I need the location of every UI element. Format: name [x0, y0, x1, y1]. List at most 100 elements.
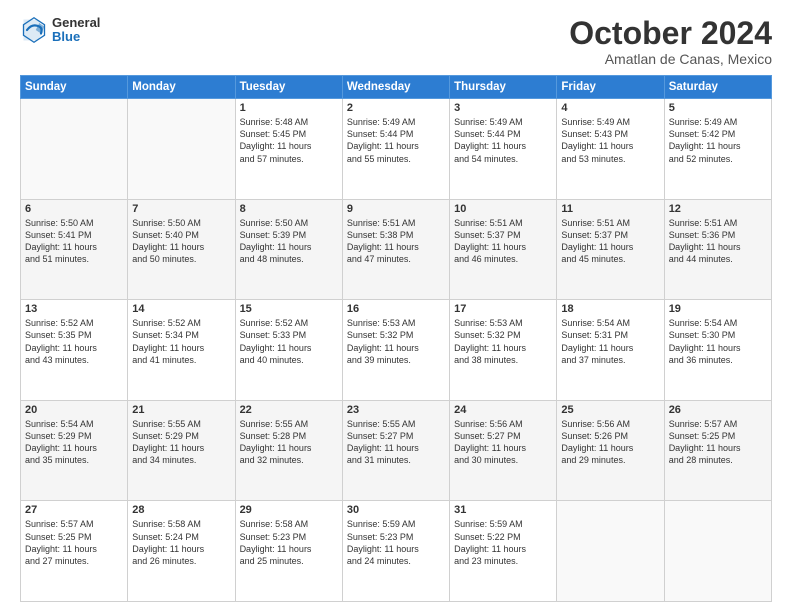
- calendar-week-2: 6Sunrise: 5:50 AMSunset: 5:41 PMDaylight…: [21, 199, 772, 300]
- calendar-cell: 8Sunrise: 5:50 AMSunset: 5:39 PMDaylight…: [235, 199, 342, 300]
- calendar-week-3: 13Sunrise: 5:52 AMSunset: 5:35 PMDayligh…: [21, 300, 772, 401]
- cell-info-line: Daylight: 11 hours: [347, 342, 445, 354]
- cell-info-line: Daylight: 11 hours: [347, 442, 445, 454]
- day-number: 16: [347, 303, 445, 315]
- calendar-cell: 10Sunrise: 5:51 AMSunset: 5:37 PMDayligh…: [450, 199, 557, 300]
- day-number: 31: [454, 504, 552, 516]
- cell-info-line: Daylight: 11 hours: [561, 140, 659, 152]
- cell-info-line: Sunset: 5:37 PM: [561, 229, 659, 241]
- cell-info-line: Sunrise: 5:50 AM: [132, 217, 230, 229]
- cell-info-line: Sunrise: 5:51 AM: [454, 217, 552, 229]
- cell-info-line: Sunset: 5:40 PM: [132, 229, 230, 241]
- cell-info-line: and 28 minutes.: [669, 454, 767, 466]
- header: General Blue October 2024 Amatlan de Can…: [20, 16, 772, 67]
- cell-info-line: Sunset: 5:41 PM: [25, 229, 123, 241]
- cell-info-line: Sunset: 5:27 PM: [454, 430, 552, 442]
- calendar-cell: [128, 99, 235, 200]
- cell-info-line: Sunset: 5:39 PM: [240, 229, 338, 241]
- cell-info-line: and 23 minutes.: [454, 555, 552, 567]
- header-wednesday: Wednesday: [342, 76, 449, 99]
- cell-info-line: Daylight: 11 hours: [347, 241, 445, 253]
- cell-info-line: Sunset: 5:25 PM: [669, 430, 767, 442]
- calendar-cell: 30Sunrise: 5:59 AMSunset: 5:23 PMDayligh…: [342, 501, 449, 602]
- cell-info-line: Sunrise: 5:52 AM: [25, 317, 123, 329]
- cell-info-line: Sunrise: 5:59 AM: [454, 518, 552, 530]
- cell-info-line: Sunrise: 5:55 AM: [347, 418, 445, 430]
- cell-info-line: Sunset: 5:42 PM: [669, 128, 767, 140]
- day-number: 14: [132, 303, 230, 315]
- calendar-cell: 31Sunrise: 5:59 AMSunset: 5:22 PMDayligh…: [450, 501, 557, 602]
- calendar-cell: 25Sunrise: 5:56 AMSunset: 5:26 PMDayligh…: [557, 400, 664, 501]
- cell-info-line: Daylight: 11 hours: [240, 543, 338, 555]
- cell-info-line: Sunset: 5:25 PM: [25, 531, 123, 543]
- logo-blue-text: Blue: [52, 30, 100, 44]
- cell-info-line: Sunset: 5:26 PM: [561, 430, 659, 442]
- cell-info-line: Daylight: 11 hours: [561, 342, 659, 354]
- cell-info-line: and 47 minutes.: [347, 253, 445, 265]
- calendar-header: Sunday Monday Tuesday Wednesday Thursday…: [21, 76, 772, 99]
- calendar-cell: 22Sunrise: 5:55 AMSunset: 5:28 PMDayligh…: [235, 400, 342, 501]
- day-number: 10: [454, 203, 552, 215]
- cell-info-line: Sunset: 5:43 PM: [561, 128, 659, 140]
- title-block: October 2024 Amatlan de Canas, Mexico: [569, 16, 772, 67]
- cell-info-line: Daylight: 11 hours: [347, 140, 445, 152]
- cell-info-line: Daylight: 11 hours: [240, 342, 338, 354]
- calendar-cell: 18Sunrise: 5:54 AMSunset: 5:31 PMDayligh…: [557, 300, 664, 401]
- day-number: 30: [347, 504, 445, 516]
- header-row: Sunday Monday Tuesday Wednesday Thursday…: [21, 76, 772, 99]
- day-number: 24: [454, 404, 552, 416]
- cell-info-line: Sunrise: 5:53 AM: [347, 317, 445, 329]
- cell-info-line: Daylight: 11 hours: [240, 442, 338, 454]
- cell-info-line: Daylight: 11 hours: [561, 442, 659, 454]
- cell-info-line: Daylight: 11 hours: [561, 241, 659, 253]
- calendar-cell: 17Sunrise: 5:53 AMSunset: 5:32 PMDayligh…: [450, 300, 557, 401]
- calendar-cell: 12Sunrise: 5:51 AMSunset: 5:36 PMDayligh…: [664, 199, 771, 300]
- cell-info-line: Sunset: 5:23 PM: [347, 531, 445, 543]
- day-number: 12: [669, 203, 767, 215]
- calendar-cell: 3Sunrise: 5:49 AMSunset: 5:44 PMDaylight…: [450, 99, 557, 200]
- cell-info-line: Sunrise: 5:55 AM: [132, 418, 230, 430]
- cell-info-line: and 43 minutes.: [25, 354, 123, 366]
- day-number: 23: [347, 404, 445, 416]
- calendar-cell: 7Sunrise: 5:50 AMSunset: 5:40 PMDaylight…: [128, 199, 235, 300]
- cell-info-line: and 55 minutes.: [347, 153, 445, 165]
- calendar-week-4: 20Sunrise: 5:54 AMSunset: 5:29 PMDayligh…: [21, 400, 772, 501]
- calendar-cell: 27Sunrise: 5:57 AMSunset: 5:25 PMDayligh…: [21, 501, 128, 602]
- calendar-cell: [21, 99, 128, 200]
- cell-info-line: and 40 minutes.: [240, 354, 338, 366]
- logo-icon: [20, 16, 48, 44]
- day-number: 3: [454, 102, 552, 114]
- cell-info-line: Sunset: 5:29 PM: [132, 430, 230, 442]
- calendar-cell: 15Sunrise: 5:52 AMSunset: 5:33 PMDayligh…: [235, 300, 342, 401]
- cell-info-line: Daylight: 11 hours: [132, 342, 230, 354]
- day-number: 6: [25, 203, 123, 215]
- calendar-cell: 9Sunrise: 5:51 AMSunset: 5:38 PMDaylight…: [342, 199, 449, 300]
- cell-info-line: Sunrise: 5:55 AM: [240, 418, 338, 430]
- cell-info-line: and 37 minutes.: [561, 354, 659, 366]
- cell-info-line: Daylight: 11 hours: [240, 140, 338, 152]
- cell-info-line: Sunset: 5:24 PM: [132, 531, 230, 543]
- cell-info-line: and 39 minutes.: [347, 354, 445, 366]
- cell-info-line: Sunset: 5:23 PM: [240, 531, 338, 543]
- cell-info-line: Daylight: 11 hours: [240, 241, 338, 253]
- day-number: 19: [669, 303, 767, 315]
- cell-info-line: Daylight: 11 hours: [454, 140, 552, 152]
- cell-info-line: Daylight: 11 hours: [25, 241, 123, 253]
- cell-info-line: Sunrise: 5:59 AM: [347, 518, 445, 530]
- logo: General Blue: [20, 16, 100, 45]
- cell-info-line: Sunrise: 5:49 AM: [669, 116, 767, 128]
- cell-info-line: Sunrise: 5:54 AM: [669, 317, 767, 329]
- day-number: 29: [240, 504, 338, 516]
- cell-info-line: and 45 minutes.: [561, 253, 659, 265]
- cell-info-line: and 38 minutes.: [454, 354, 552, 366]
- cell-info-line: Sunset: 5:34 PM: [132, 329, 230, 341]
- day-number: 21: [132, 404, 230, 416]
- cell-info-line: Sunrise: 5:49 AM: [454, 116, 552, 128]
- cell-info-line: Sunrise: 5:49 AM: [561, 116, 659, 128]
- calendar-cell: [557, 501, 664, 602]
- cell-info-line: Sunrise: 5:50 AM: [25, 217, 123, 229]
- cell-info-line: Sunrise: 5:52 AM: [132, 317, 230, 329]
- day-number: 11: [561, 203, 659, 215]
- cell-info-line: Daylight: 11 hours: [669, 442, 767, 454]
- cell-info-line: Sunset: 5:33 PM: [240, 329, 338, 341]
